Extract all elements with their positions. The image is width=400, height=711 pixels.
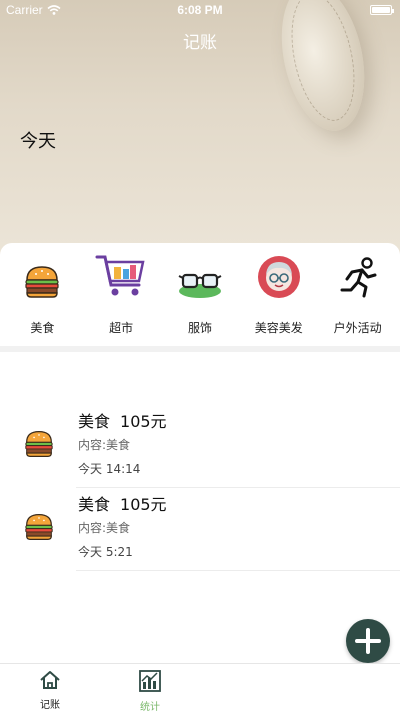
burger-icon bbox=[25, 514, 53, 540]
record-time: 今天 5:21 bbox=[78, 545, 133, 559]
category-label: 超市 bbox=[109, 321, 134, 335]
glasses-icon bbox=[178, 273, 222, 298]
category-beauty[interactable]: 美容美发 bbox=[241, 243, 317, 346]
tab-bar: 记账 统计 bbox=[0, 663, 400, 711]
decorative-lamp bbox=[269, 0, 377, 139]
tab-bookkeeping[interactable]: 记账 bbox=[20, 670, 80, 711]
chart-icon bbox=[139, 670, 161, 692]
category-bar: 美食 超市 服饰 美容美发 户外活动 bbox=[0, 243, 400, 346]
record-amount: 105元 bbox=[120, 495, 167, 514]
carrier-label: Carrier bbox=[6, 3, 43, 17]
record-title: 美食 105元 bbox=[78, 408, 167, 432]
record-time: 今天 14:14 bbox=[78, 462, 141, 476]
category-supermarket[interactable]: 超市 bbox=[83, 243, 159, 346]
status-bar: Carrier 6:08 PM bbox=[0, 0, 400, 20]
record-content: 内容:美食 bbox=[78, 438, 131, 452]
record-item[interactable]: 美食 105元 内容:美食 今天 14:14 bbox=[0, 406, 400, 488]
wifi-icon bbox=[47, 5, 61, 15]
record-category: 美食 bbox=[78, 495, 111, 514]
category-label: 户外活动 bbox=[333, 321, 382, 335]
category-label: 美食 bbox=[30, 321, 55, 335]
tab-label: 记账 bbox=[40, 700, 60, 711]
category-outdoor[interactable]: 户外活动 bbox=[320, 243, 396, 346]
beauty-face-icon bbox=[257, 256, 300, 298]
record-amount: 105元 bbox=[120, 412, 167, 431]
add-record-button[interactable] bbox=[346, 619, 390, 663]
record-title: 美食 105元 bbox=[78, 491, 167, 515]
record-content: 内容:美食 bbox=[78, 521, 131, 535]
record-category: 美食 bbox=[78, 412, 111, 431]
burger-icon bbox=[25, 266, 59, 298]
row-separator bbox=[76, 487, 400, 488]
carrier-info: Carrier bbox=[6, 3, 61, 17]
burger-icon bbox=[25, 431, 53, 457]
category-label: 美容美发 bbox=[254, 321, 303, 335]
section-divider bbox=[0, 346, 400, 352]
tab-label: 统计 bbox=[140, 702, 160, 711]
category-label: 服饰 bbox=[187, 321, 212, 335]
records-section-title: 今天 bbox=[20, 131, 56, 152]
row-separator bbox=[76, 570, 400, 571]
page-title: 记账 bbox=[183, 33, 217, 53]
category-clothing[interactable]: 服饰 bbox=[162, 243, 238, 346]
shopping-cart-icon bbox=[95, 255, 145, 296]
battery-icon bbox=[370, 5, 394, 15]
record-item[interactable]: 美食 105元 内容:美食 今天 5:21 bbox=[0, 489, 400, 571]
running-person-icon bbox=[340, 257, 377, 298]
home-icon bbox=[40, 671, 60, 689]
record-icon bbox=[24, 430, 54, 462]
tab-statistics[interactable]: 统计 bbox=[120, 670, 180, 711]
record-icon bbox=[24, 513, 54, 545]
category-food[interactable]: 美食 bbox=[4, 243, 80, 346]
status-time: 6:08 PM bbox=[177, 3, 223, 17]
plus-icon bbox=[355, 628, 381, 654]
